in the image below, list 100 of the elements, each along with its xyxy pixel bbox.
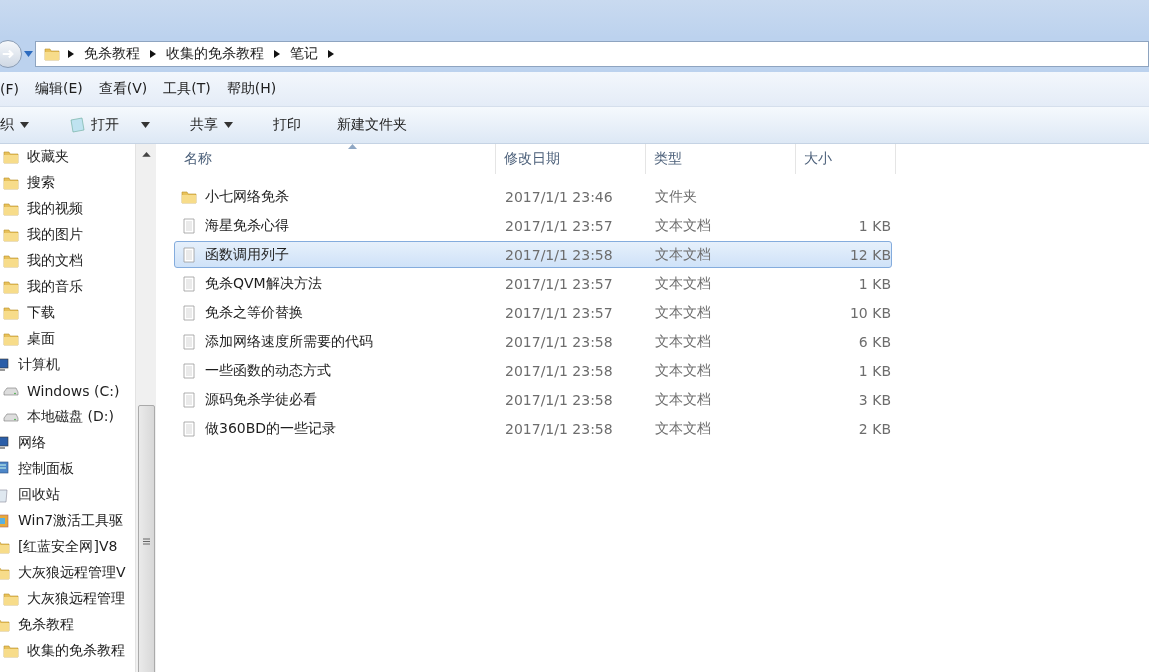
file-row[interactable]: 做360BD的一些记录 2017/1/1 23:58 文本文档 2 KB [174,415,892,442]
menu-item[interactable]: (F) [0,81,27,97]
document-icon [181,362,197,379]
file-row[interactable]: 一些函数的动态方式 2017/1/1 23:58 文本文档 1 KB [174,357,892,384]
file-name: 做360BD的一些记录 [205,419,337,438]
sidebar-item[interactable]: 网络 [18,434,46,452]
toolbar-button[interactable]: 打印 [263,113,311,137]
file-size: 6 KB [857,333,891,350]
folder-icon [3,253,19,269]
breadcrumb[interactable]: 免杀教程 [82,45,142,63]
sidebar-item[interactable]: 大灰狼远程管理V [18,564,126,582]
folder-icon [3,149,19,165]
scroll-up-icon[interactable] [141,152,151,157]
file-type: 文本文档 [654,361,712,380]
sidebar-item[interactable]: 控制面板 [18,460,74,478]
sidebar-item[interactable]: Windows (C:) [27,383,120,399]
document-icon [181,246,197,263]
sidebar-item[interactable]: [红蓝安全网]V8 [18,538,118,556]
sidebar-item[interactable]: 搜索 [27,174,55,192]
menu-item[interactable]: 编辑(E) [27,80,91,98]
breadcrumb-arrow-icon[interactable] [150,50,156,58]
sidebar-item[interactable]: 下载 [27,304,55,322]
modified-date: 2017/1/1 23:57 [504,304,614,321]
folder-icon [3,591,19,607]
file-type: 文本文档 [654,245,712,264]
folder-icon [3,305,19,321]
sidebar-item[interactable]: Win7激活工具驱 [18,512,124,530]
sort-arrow-icon [348,144,357,149]
scrollbar-thumb[interactable] [137,404,155,672]
file-name: 函数调用列子 [205,245,289,264]
document-icon [181,333,197,350]
column-header[interactable]: 大小 [804,150,832,168]
toolbar-button[interactable]: 织 [0,113,39,137]
file-size: 2 KB [857,420,891,437]
file-row[interactable]: 源码免杀学徒必看 2017/1/1 23:58 文本文档 3 KB [174,386,892,413]
sidebar-item[interactable]: 我的音乐 [27,278,83,296]
folder-icon [181,188,197,205]
modified-date: 2017/1/1 23:58 [504,246,614,263]
file-type: 文本文档 [654,303,712,322]
file-type: 文本文档 [654,274,712,293]
modified-date: 2017/1/1 23:58 [504,333,614,350]
breadcrumb[interactable]: 收集的免杀教程 [164,45,266,63]
sidebar-item[interactable]: 桌面 [27,330,55,348]
file-row[interactable]: 免杀QVM解决方法 2017/1/1 23:57 文本文档 1 KB [174,270,892,297]
dropdown-caret-icon[interactable] [24,51,33,57]
document-icon [181,391,197,408]
sidebar-item[interactable]: 我的文档 [27,252,83,270]
file-row[interactable]: 免杀之等价替换 2017/1/1 23:57 文本文档 10 KB [174,299,892,326]
folder-icon [3,175,19,191]
breadcrumb-arrow-icon[interactable] [68,50,74,58]
breadcrumb-arrow-icon[interactable] [328,50,334,58]
sidebar-item[interactable]: 计算机 [18,356,60,374]
file-row[interactable]: 海星免杀心得 2017/1/1 23:57 文本文档 1 KB [174,212,892,239]
sidebar-item[interactable]: 大灰狼远程管理 [27,590,125,608]
folder-icon [3,279,19,295]
menu-item[interactable]: 帮助(H) [218,80,285,98]
toolbar-button[interactable]: 共享 [180,113,243,137]
file-row[interactable]: 小七网络免杀 2017/1/1 23:46 文件夹 [174,183,892,210]
folder-icon [3,227,19,243]
menu-item[interactable]: 查看(V) [90,80,156,98]
file-type: 文本文档 [654,332,712,351]
file-name: 小七网络免杀 [205,187,289,206]
file-name: 海星免杀心得 [205,216,289,235]
sidebar-item[interactable]: 收藏夹 [27,148,69,166]
file-size: 10 KB [848,304,891,321]
file-row[interactable]: 添加网络速度所需要的代码 2017/1/1 23:58 文本文档 6 KB [174,328,892,355]
sidebar-item[interactable]: 收集的免杀教程 [27,642,125,660]
folder-icon [44,46,60,62]
toolbar-button[interactable]: 新建文件夹 [327,113,417,137]
modified-date: 2017/1/1 23:46 [504,188,614,205]
selected-row[interactable]: 函数调用列子 2017/1/1 23:58 文本文档 12 KB [174,241,892,268]
file-name: 免杀QVM解决方法 [205,274,322,293]
notepad-icon [69,117,85,133]
caret-icon [224,122,233,128]
folder-icon [3,643,19,659]
modified-date: 2017/1/1 23:57 [504,275,614,292]
file-type: 文本文档 [654,216,712,235]
sidebar-item[interactable]: 本地磁盘 (D:) [27,408,114,426]
column-header[interactable]: 类型 [654,150,682,168]
column-header[interactable]: 名称 [184,150,212,168]
breadcrumb-arrow-icon[interactable] [274,50,280,58]
breadcrumb[interactable]: 笔记 [288,45,320,63]
file-type: 文件夹 [654,187,698,206]
menu-item[interactable]: 工具(T) [155,80,219,98]
file-type: 文本文档 [654,419,712,438]
sidebar-item[interactable]: 我的图片 [27,226,83,244]
folder-icon [3,201,19,217]
sidebar-item[interactable]: 我的视频 [27,200,83,218]
file-name: 源码免杀学徒必看 [205,390,317,409]
file-size: 12 KB [848,246,891,263]
modified-date: 2017/1/1 23:58 [504,391,614,408]
scrollbar[interactable] [135,144,156,672]
toolbar-button[interactable]: 打开 [59,113,160,137]
modified-date: 2017/1/1 23:57 [504,217,614,234]
address-bar[interactable]: 免杀教程 收集的免杀教程 笔记 [35,41,1149,67]
file-size: 1 KB [857,362,891,379]
sidebar-item[interactable]: 免杀教程 [18,616,74,634]
column-header[interactable]: 修改日期 [504,150,560,168]
sidebar-item[interactable]: 回收站 [18,486,60,504]
caret-icon [141,122,150,128]
